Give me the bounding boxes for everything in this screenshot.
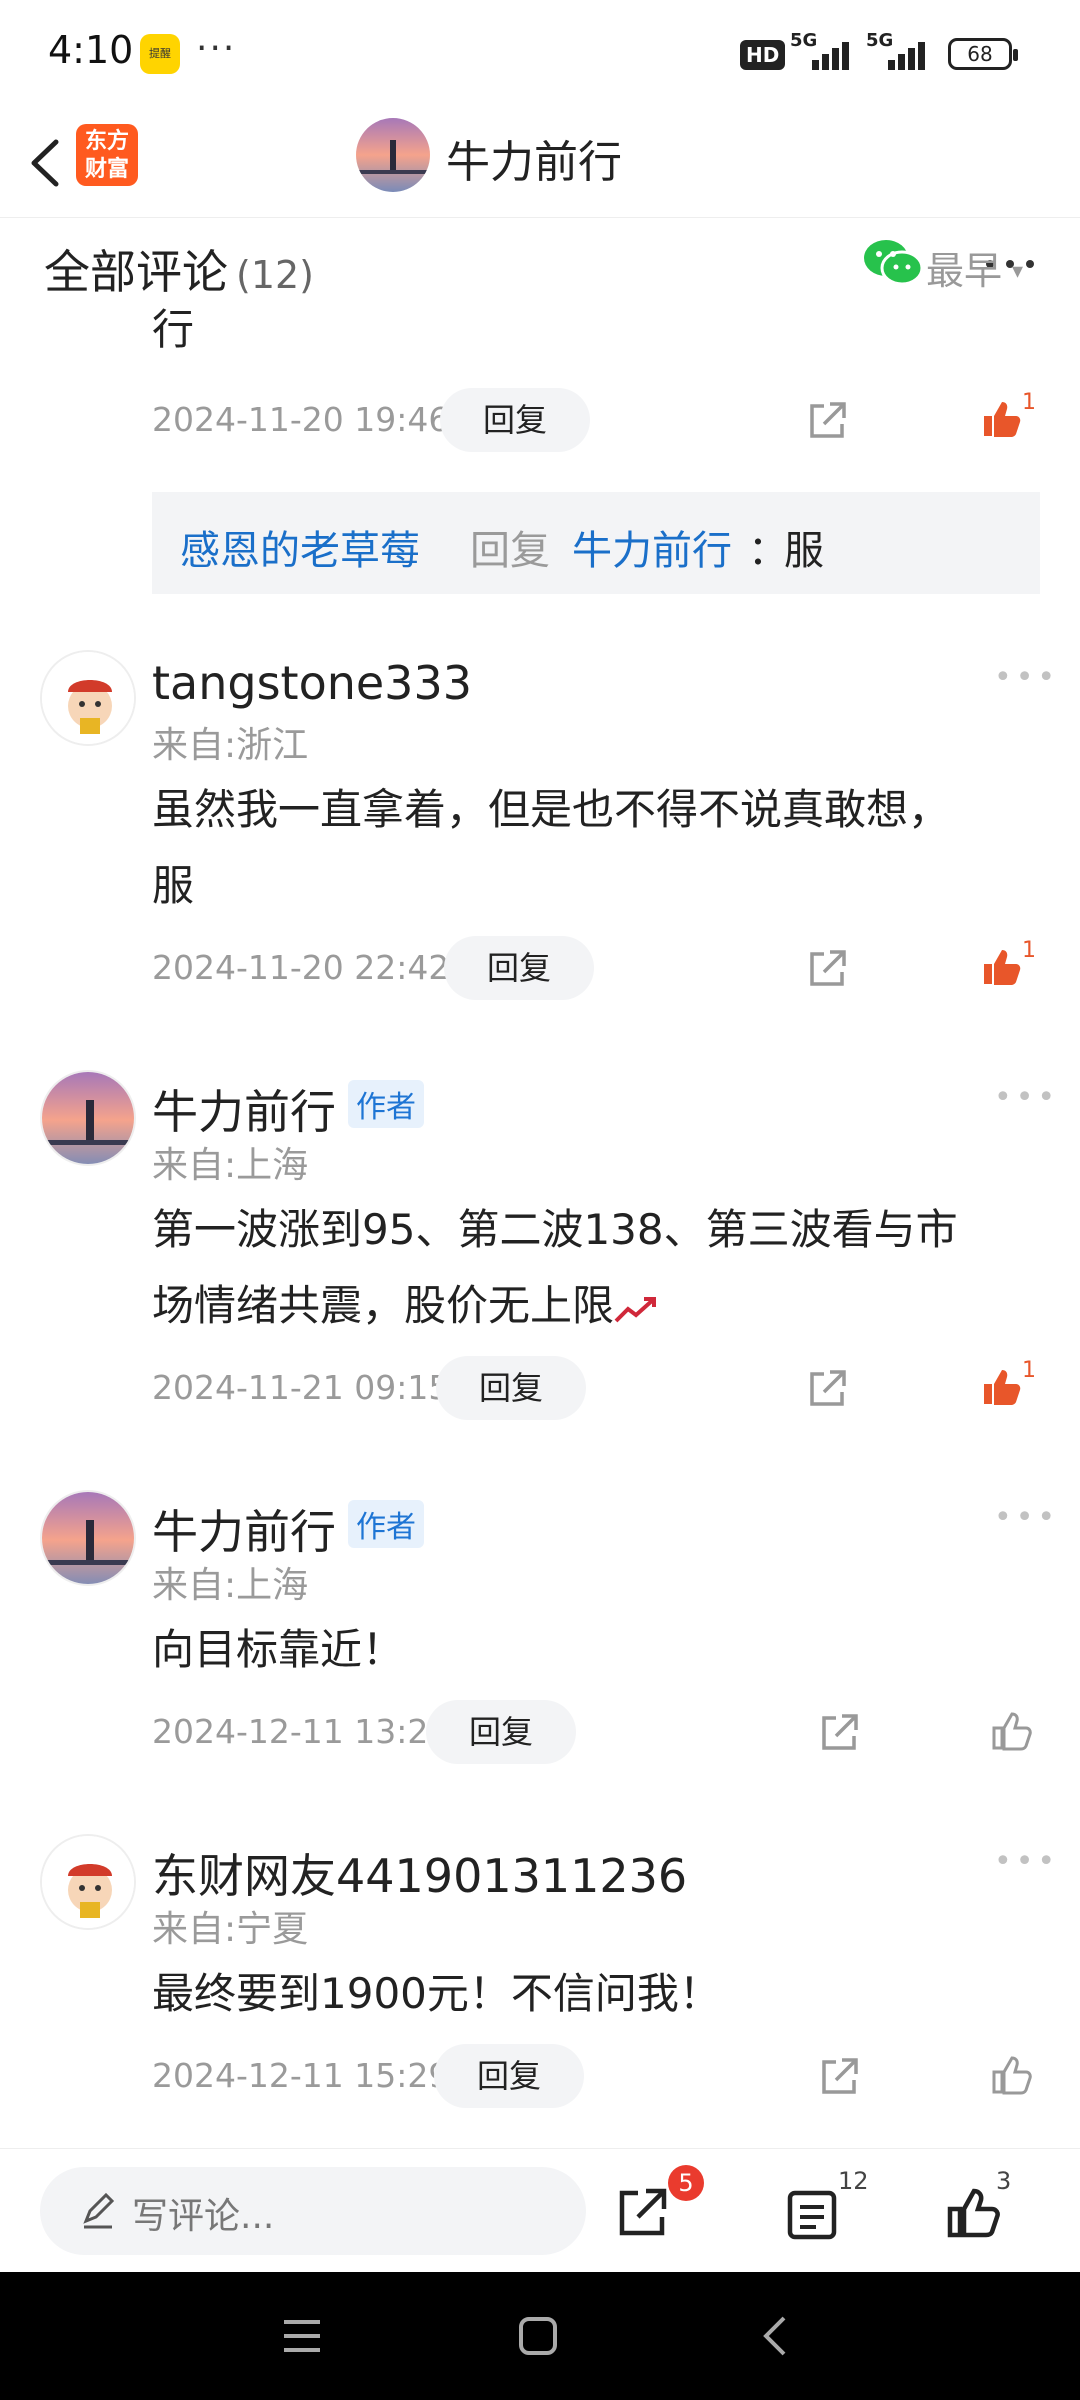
commenter-name[interactable]: 牛力前行 — [152, 1076, 336, 1142]
share-badge: 5 — [668, 2165, 704, 2201]
wechat-icon — [864, 240, 924, 286]
write-comment-input[interactable]: 写评论... — [40, 2167, 586, 2255]
comments-title: 全部评论 — [44, 245, 228, 299]
commenter-location: 来自:宁夏 — [152, 1909, 309, 1950]
notification-app-icon: 提醒 — [140, 34, 180, 74]
thumb-up-icon[interactable] — [980, 1366, 1022, 1408]
back-nav-icon[interactable] — [756, 2314, 796, 2358]
share-icon[interactable] — [806, 400, 848, 442]
comment-text: 最终要到1900元！不信问我！ — [152, 1969, 721, 2018]
avatar[interactable] — [40, 1490, 136, 1586]
avatar[interactable] — [40, 650, 136, 746]
share-icon[interactable] — [818, 1712, 860, 1754]
commenter-location: 来自:上海 — [152, 1145, 309, 1186]
reply-separator: ： — [748, 528, 788, 574]
author-badge: 作者 — [348, 1500, 424, 1548]
reply-button[interactable]: 回复 — [436, 1356, 586, 1420]
commenter-name[interactable]: 牛力前行 — [152, 1496, 336, 1562]
commenter-name[interactable]: tangstone333 — [152, 656, 472, 710]
comment-date: 2024-11-21 09:15 — [152, 1368, 450, 1407]
avatar[interactable] — [40, 1070, 136, 1166]
share-icon[interactable] — [614, 2185, 670, 2241]
like-count-badge: 3 — [996, 2167, 1012, 2195]
comment-text-2: 服 — [152, 861, 195, 910]
comment-more-icon[interactable]: ••• — [994, 1500, 1059, 1535]
author-avatar[interactable] — [356, 118, 430, 192]
back-icon — [31, 139, 59, 187]
comment-more-icon[interactable]: ••• — [994, 1844, 1059, 1879]
comment-count-badge: 12 — [838, 2167, 869, 2195]
reply-target-link[interactable]: 牛力前行 — [572, 518, 732, 576]
reply-verb: 回复 — [470, 528, 550, 574]
comments-count: (12) — [236, 253, 315, 297]
status-more-icon: ··· — [196, 28, 237, 69]
thumb-up-icon[interactable] — [990, 1710, 1032, 1752]
write-comment-placeholder: 写评论... — [132, 2196, 275, 2237]
thumb-up-icon[interactable] — [944, 2185, 1000, 2241]
sort-label: 最早 — [926, 249, 1003, 293]
eastmoney-logo[interactable]: 东方财富 — [76, 124, 138, 186]
like-count: 1 — [1022, 938, 1036, 963]
hd-voice-icon: HD — [740, 40, 786, 70]
page-title: 牛力前行 — [446, 137, 622, 188]
commenter-name[interactable]: 东财网友441901311236 — [152, 1840, 687, 1906]
reply-button[interactable]: 回复 — [440, 388, 590, 452]
sort-dropdown[interactable]: 最早 ▾ — [926, 240, 1023, 295]
thumb-up-icon[interactable] — [980, 946, 1022, 988]
home-icon[interactable] — [518, 2316, 558, 2356]
avatar[interactable] — [40, 1834, 136, 1930]
author-badge: 作者 — [348, 1080, 424, 1128]
comment-text: 第一波涨到95、第二波138、第三波看与市 — [152, 1205, 958, 1254]
battery-icon: 68 — [948, 38, 1018, 70]
comment-text-tail: 行 — [152, 305, 195, 354]
reply-button[interactable]: 回复 — [434, 2044, 584, 2108]
system-navigation-bar — [0, 2272, 1080, 2400]
comment-date: 2024-11-20 19:46 — [152, 400, 450, 439]
comment-more-icon[interactable]: ••• — [994, 660, 1059, 695]
trend-up-emoji-icon — [614, 1296, 657, 1322]
status-bar: 4:10 提醒 ··· HD 5G 5G 68 — [0, 0, 1080, 108]
share-icon[interactable] — [806, 948, 848, 990]
comment-text: 虽然我一直拿着，但是也不得不说真敢想， — [152, 785, 951, 834]
wechat-share-button[interactable] — [862, 236, 924, 290]
reply-thread-box[interactable]: 感恩的老草莓 回复 牛力前行 ： 服 — [152, 492, 1040, 594]
reply-button[interactable]: 回复 — [444, 936, 594, 1000]
share-icon[interactable] — [818, 2056, 860, 2098]
signal-icon-2: 5G — [866, 30, 926, 70]
comment-more-icon[interactable]: ••• — [994, 1080, 1059, 1115]
bottom-action-bar: 写评论... 5 12 3 — [0, 2148, 1080, 2272]
reply-text: 服 — [784, 528, 824, 574]
reply-button[interactable]: 回复 — [426, 1700, 576, 1764]
thumb-up-icon[interactable] — [980, 398, 1022, 440]
comment-date: 2024-12-11 15:29 — [152, 2056, 450, 2095]
commenter-location: 来自:上海 — [152, 1565, 309, 1606]
signal-icon-1: 5G — [790, 30, 850, 70]
like-count: 1 — [1022, 1358, 1036, 1383]
comments-header: 全部评论 (12) — [44, 236, 314, 302]
status-time: 4:10 — [48, 28, 134, 72]
comment-date: 2024-12-11 13:21 — [152, 1712, 450, 1751]
share-icon[interactable] — [806, 1368, 848, 1410]
back-button[interactable] — [18, 130, 78, 196]
comment-list-icon[interactable] — [784, 2187, 840, 2243]
comment-text-2: 场情绪共震，股价无上限 — [152, 1268, 658, 1344]
pen-icon — [83, 2192, 115, 2229]
thumb-up-icon[interactable] — [990, 2054, 1032, 2096]
commenter-location: 来自:浙江 — [152, 725, 309, 766]
reply-author-link[interactable]: 感恩的老草莓 — [180, 518, 420, 576]
like-count: 1 — [1022, 390, 1036, 415]
chevron-down-icon: ▾ — [1012, 259, 1024, 284]
menu-icon[interactable] — [282, 2316, 322, 2356]
comment-date: 2024-11-20 22:42 — [152, 948, 450, 987]
comment-text: 向目标靠近！ — [152, 1625, 405, 1674]
